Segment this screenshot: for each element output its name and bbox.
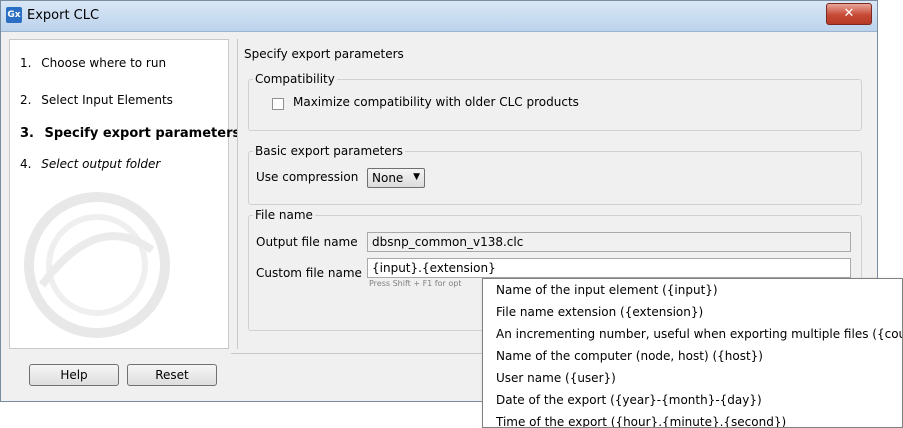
placeholder-suggestions-popup: Name of the input element ({input}) File… xyxy=(482,278,903,428)
custom-file-name-label: Custom file name xyxy=(256,266,362,280)
watermark-graphic xyxy=(24,192,170,338)
suggestion-item[interactable]: An incrementing number, useful when expo… xyxy=(483,323,902,345)
wizard-steps-panel: 1. Choose where to run 2. Select Input E… xyxy=(9,39,240,349)
chevron-down-icon: ▼ xyxy=(413,172,420,182)
custom-file-name-hint: Press Shift + F1 for opt xyxy=(369,279,462,288)
step-1-label: Choose where to run xyxy=(41,56,167,70)
suggestion-item[interactable]: Time of the export ({hour}.{minute}.{sec… xyxy=(483,411,902,427)
window-title: Export CLC xyxy=(27,8,100,23)
reset-button[interactable]: Reset xyxy=(127,364,217,386)
suggestion-item[interactable]: File name extension ({extension}) xyxy=(483,301,902,323)
compression-value: None xyxy=(372,171,404,185)
file-name-legend: File name xyxy=(253,208,315,222)
step-3-label: Specify export parameters xyxy=(44,126,241,141)
step-1-number: 1. xyxy=(20,56,32,70)
step-2-label: Select Input Elements xyxy=(41,93,173,107)
compatibility-legend: Compatibility xyxy=(253,72,337,86)
compatibility-checkbox[interactable] xyxy=(272,98,284,110)
suggestion-item[interactable]: Name of the computer (node, host) ({host… xyxy=(483,345,902,367)
output-file-name-value: dbsnp_common_v138.clc xyxy=(372,235,524,249)
suggestion-item[interactable]: User name ({user}) xyxy=(483,367,902,389)
step-2-number: 2. xyxy=(20,93,32,107)
content-title: Specify export parameters xyxy=(244,47,404,61)
custom-file-name-input[interactable]: {input}.{extension} xyxy=(367,258,851,278)
title-bar: Gx Export CLC ✕ xyxy=(1,1,877,32)
custom-file-name-value: {input}.{extension} xyxy=(372,261,496,275)
suggestion-item[interactable]: Name of the input element ({input}) xyxy=(483,279,902,301)
step-1: 1. Choose where to run xyxy=(20,56,166,70)
help-button[interactable]: Help xyxy=(29,364,119,386)
close-button[interactable]: ✕ xyxy=(826,3,872,25)
output-file-name-label: Output file name xyxy=(256,235,358,249)
compatibility-group: Compatibility Maximize compatibility wit… xyxy=(248,72,862,131)
suggestion-item[interactable]: Date of the export ({year}-{month}-{day}… xyxy=(483,389,902,411)
step-4: 4. Select output folder xyxy=(20,157,160,171)
step-2: 2. Select Input Elements xyxy=(20,93,173,107)
basic-export-legend: Basic export parameters xyxy=(253,144,405,158)
button-bar: Help Reset xyxy=(9,355,225,393)
compression-select[interactable]: None ▼ xyxy=(367,168,425,188)
app-icon: Gx xyxy=(6,7,22,23)
step-3: 3. Specify export parameters xyxy=(20,126,240,141)
step-4-label: Select output folder xyxy=(41,157,161,171)
output-file-name-field: dbsnp_common_v138.clc xyxy=(367,232,851,252)
compression-label: Use compression xyxy=(256,170,359,184)
step-4-number: 4. xyxy=(20,157,32,171)
step-3-number: 3. xyxy=(20,126,34,141)
compatibility-checkbox-label[interactable]: Maximize compatibility with older CLC pr… xyxy=(293,95,579,109)
basic-export-group: Basic export parameters Use compression … xyxy=(248,144,862,205)
